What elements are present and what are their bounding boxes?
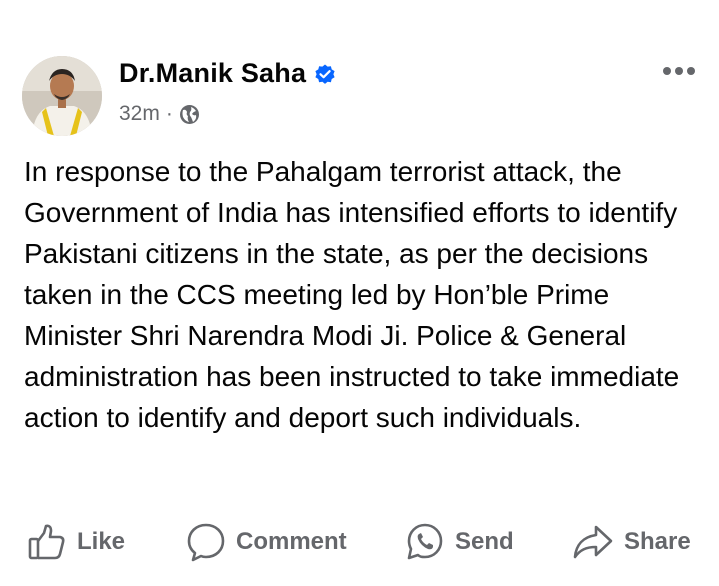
author-name[interactable]: Dr.Manik Saha: [119, 58, 306, 89]
author-row: Dr.Manik Saha: [119, 58, 337, 89]
post-actions-bar: Like Comment Send Share: [0, 517, 719, 567]
send-label: Send: [455, 528, 514, 555]
share-button[interactable]: Share: [572, 517, 691, 567]
send-button[interactable]: Send: [405, 517, 514, 567]
verified-badge-icon: [313, 62, 337, 86]
globe-icon: [179, 104, 200, 125]
meta-separator: ·: [165, 102, 173, 125]
post-body-text: In response to the Pahalgam terrorist at…: [24, 156, 680, 433]
more-options-icon: [663, 67, 695, 75]
author-avatar[interactable]: [22, 56, 102, 136]
facebook-post: Dr.Manik Saha 32m · In response to the P…: [0, 0, 719, 586]
post-header: Dr.Manik Saha 32m ·: [22, 52, 703, 138]
avatar-image: [22, 56, 102, 136]
like-label: Like: [77, 528, 126, 555]
like-button[interactable]: Like: [27, 517, 125, 567]
share-arrow-icon: [572, 522, 614, 562]
more-options-button[interactable]: [659, 56, 699, 86]
share-label: Share: [624, 528, 691, 555]
post-meta: 32m ·: [119, 102, 200, 126]
comment-bubble-icon: [186, 522, 226, 562]
thumbs-up-icon: [27, 522, 67, 562]
whatsapp-icon: [405, 522, 445, 562]
post-timestamp[interactable]: 32m: [119, 102, 160, 126]
comment-label: Comment: [236, 528, 347, 555]
comment-button[interactable]: Comment: [186, 517, 347, 567]
